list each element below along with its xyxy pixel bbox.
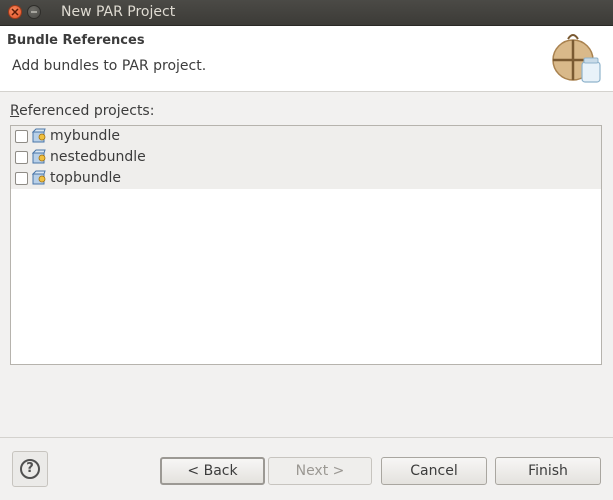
wizard-header: Bundle References Add bundles to PAR pro…: [0, 26, 613, 92]
list-item[interactable]: mybundle: [11, 126, 601, 147]
project-name: nestedbundle: [50, 149, 146, 165]
bundle-project-icon: [32, 149, 46, 164]
next-button[interactable]: Next >: [268, 457, 372, 485]
project-checkbox[interactable]: [15, 130, 28, 143]
minimize-button[interactable]: [27, 5, 41, 19]
referenced-projects-label: Referenced projects:: [10, 103, 155, 119]
window-title: New PAR Project: [61, 4, 176, 20]
project-name: mybundle: [50, 128, 120, 144]
project-checkbox[interactable]: [15, 172, 28, 185]
help-button[interactable]: ?: [12, 451, 48, 487]
par-bundle-wizard-icon: [552, 34, 601, 83]
help-icon: ?: [20, 459, 40, 479]
referenced-projects-list[interactable]: mybundle nestedbundle topbundle: [10, 125, 602, 365]
bundle-project-icon: [32, 170, 46, 185]
button-bar-divider: [0, 437, 613, 438]
list-item[interactable]: topbundle: [11, 168, 601, 189]
project-checkbox[interactable]: [15, 151, 28, 164]
cancel-button[interactable]: Cancel: [381, 457, 487, 485]
page-title: Bundle References: [7, 33, 145, 48]
close-button[interactable]: [8, 5, 22, 19]
project-name: topbundle: [50, 170, 121, 186]
close-icon: [11, 8, 19, 16]
bundle-project-icon: [32, 128, 46, 143]
window-titlebar[interactable]: New PAR Project: [0, 0, 613, 26]
minimize-icon: [31, 11, 37, 13]
list-item[interactable]: nestedbundle: [11, 147, 601, 168]
back-button[interactable]: < Back: [160, 457, 265, 485]
page-description: Add bundles to PAR project.: [12, 58, 207, 74]
finish-button[interactable]: Finish: [495, 457, 601, 485]
